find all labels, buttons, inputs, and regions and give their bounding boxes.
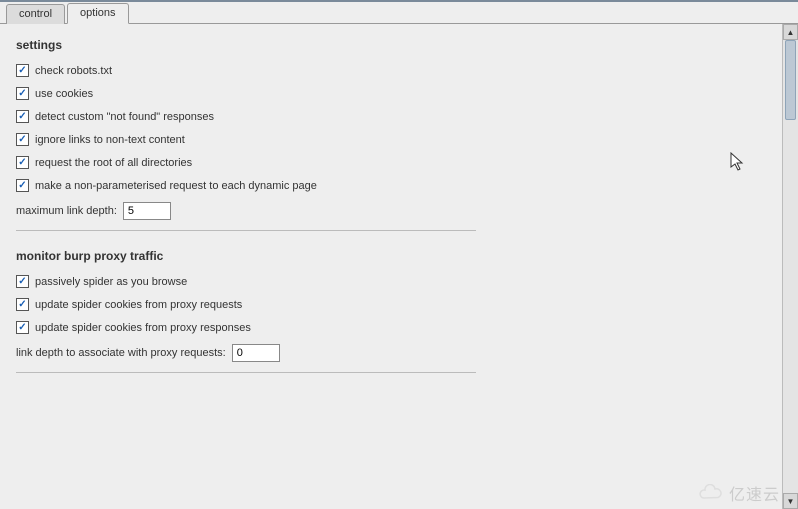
label-check-robots: check robots.txt <box>35 65 112 77</box>
label-max-link-depth: maximum link depth: <box>16 205 117 217</box>
input-max-link-depth[interactable] <box>123 202 171 220</box>
label-request-root: request the root of all directories <box>35 157 192 169</box>
checkbox-nonparam-request[interactable] <box>16 179 29 192</box>
scrollbar-thumb[interactable] <box>785 40 796 120</box>
tab-control[interactable]: control <box>6 4 65 24</box>
checkbox-check-robots[interactable] <box>16 64 29 77</box>
label-detect-notfound: detect custom "not found" responses <box>35 111 214 123</box>
monitor-heading: monitor burp proxy traffic <box>16 249 766 263</box>
checkbox-detect-notfound[interactable] <box>16 110 29 123</box>
divider <box>16 230 476 231</box>
checkbox-request-root[interactable] <box>16 156 29 169</box>
label-use-cookies: use cookies <box>35 88 93 100</box>
label-passive-spider: passively spider as you browse <box>35 276 187 288</box>
divider <box>16 372 476 373</box>
scrollbar-arrow-up-icon[interactable]: ▲ <box>783 24 798 40</box>
input-link-depth-assoc[interactable] <box>232 344 280 362</box>
checkbox-update-cookies-requests[interactable] <box>16 298 29 311</box>
checkbox-update-cookies-responses[interactable] <box>16 321 29 334</box>
settings-heading: settings <box>16 38 766 52</box>
label-link-depth-assoc: link depth to associate with proxy reque… <box>16 347 226 359</box>
label-update-cookies-responses: update spider cookies from proxy respons… <box>35 322 251 334</box>
label-ignore-nontext: ignore links to non-text content <box>35 134 185 146</box>
tab-options[interactable]: options <box>67 3 128 24</box>
scrollbar-arrow-down-icon[interactable]: ▼ <box>783 493 798 509</box>
tab-bar: control options <box>0 2 798 24</box>
checkbox-ignore-nontext[interactable] <box>16 133 29 146</box>
label-update-cookies-requests: update spider cookies from proxy request… <box>35 299 242 311</box>
options-panel: settings check robots.txt use cookies de… <box>0 24 782 509</box>
cloud-icon <box>697 484 725 502</box>
watermark: 亿速云 <box>697 481 780 505</box>
checkbox-passive-spider[interactable] <box>16 275 29 288</box>
checkbox-use-cookies[interactable] <box>16 87 29 100</box>
label-nonparam-request: make a non-parameterised request to each… <box>35 180 317 192</box>
vertical-scrollbar[interactable]: ▲ ▼ <box>782 24 798 509</box>
